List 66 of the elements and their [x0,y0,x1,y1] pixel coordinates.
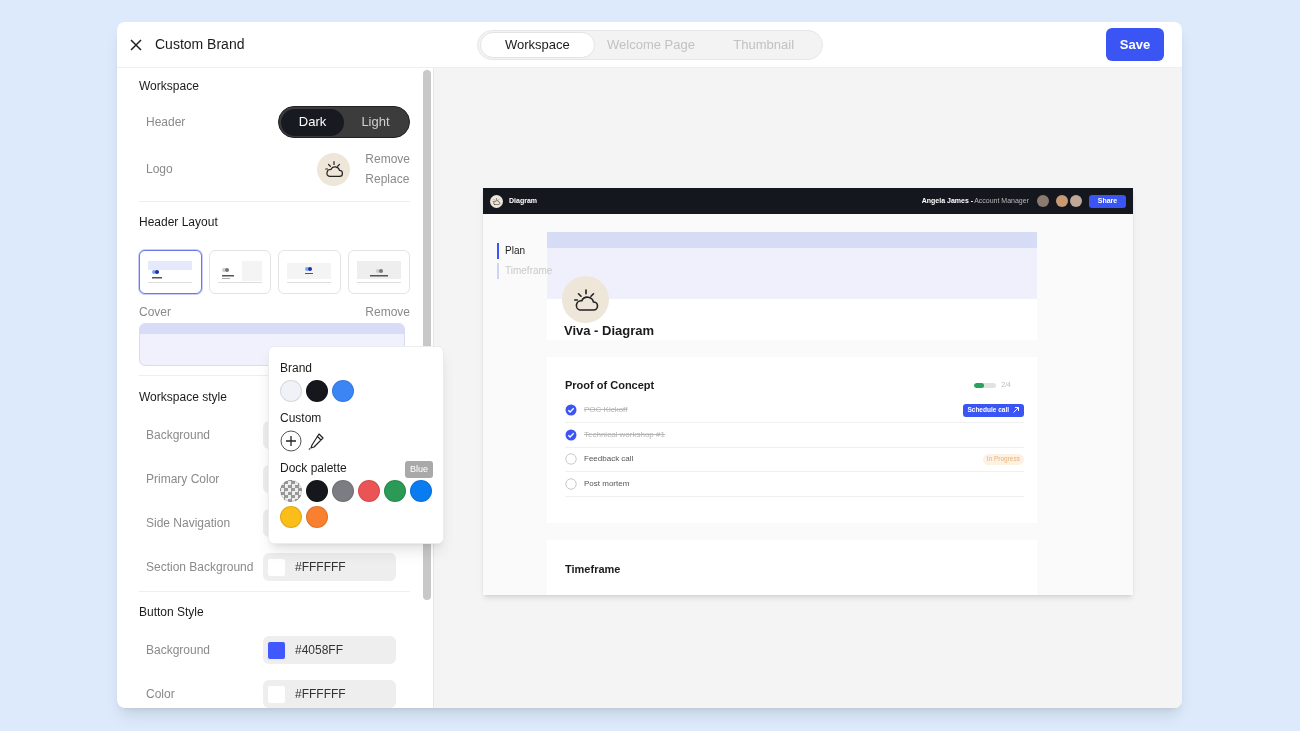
layout-option[interactable] [139,250,202,294]
logo-action-link[interactable]: Replace [365,170,410,188]
layout-icon [355,260,402,284]
add-color-icon[interactable] [280,430,302,452]
color-value: #FFFFFF [295,686,346,703]
color-swatch[interactable] [306,380,328,402]
color-swatch[interactable] [280,380,302,402]
arrow-icon [1012,406,1020,415]
field-label: Header [146,114,186,131]
section-title: Header Layout [139,214,218,230]
color-swatch[interactable] [306,480,328,502]
remove-link[interactable]: Remove [365,303,410,321]
avatar [1037,195,1049,207]
color-swatch[interactable] [358,480,380,502]
dialog-title: Custom Brand [155,35,245,54]
close-icon[interactable] [130,38,142,51]
popover-section-title: Dock palette [280,460,347,476]
color-swatch[interactable] [332,480,354,502]
color-swatch[interactable] [332,380,354,402]
cloud-sun-icon [322,158,345,180]
color-swatch[interactable] [384,480,406,502]
layout-icon [147,260,194,284]
field-label: Cover [139,304,171,321]
color-value: #4058FF [295,642,344,659]
field-label: Logo [146,161,173,178]
color-field[interactable]: #FFFFFF [263,553,396,581]
section-title: Button Style [139,604,204,620]
checkbox[interactable] [565,453,577,466]
section-title: Proof of Concept [565,378,655,393]
section-title: Workspace style [139,389,227,405]
field-label: Section Background [146,559,254,576]
toggle-option[interactable]: Light [344,108,407,136]
section-title: Timeframe [565,562,621,577]
task-label: Feedback call [584,453,634,466]
layout-icon [286,260,333,284]
field-label: Color [146,686,175,703]
color-value: #FFFFFF [295,559,346,576]
field-label: Side Navigation [146,515,231,532]
avatar [1070,195,1082,207]
page-title: Viva - Diagram [564,323,655,339]
color-field[interactable]: #FFFFFF [263,680,396,708]
field-label: Background [146,427,211,444]
task-label: Post mortem [584,477,630,490]
checkbox[interactable] [565,404,577,417]
avatar [1056,195,1068,207]
color-field[interactable]: #4058FF [263,636,396,664]
color-swatch[interactable] [410,480,432,502]
eyedropper-icon[interactable] [306,431,326,451]
layout-icon [216,260,263,284]
popover-section-title: Brand [280,360,313,376]
tab[interactable]: Workspace [480,32,595,58]
field-label: Primary Color [146,471,220,488]
checkbox[interactable] [565,477,577,490]
task-label: POC Kickoff [584,404,628,417]
transparent-swatch[interactable] [280,480,302,502]
field-label: Background [146,642,211,659]
task-label: Technical workshop #1 [584,428,665,441]
logo-action-link[interactable]: Remove [365,150,410,168]
color-swatch[interactable] [306,506,328,528]
popover-section-title: Custom [280,410,322,426]
color-swatch[interactable] [280,506,302,528]
tooltip: Blue [405,461,433,478]
toggle-option[interactable]: Dark [281,108,344,136]
checkbox[interactable] [565,428,577,441]
section-title: Workspace [139,78,199,94]
save-button[interactable]: Save [1106,28,1164,61]
